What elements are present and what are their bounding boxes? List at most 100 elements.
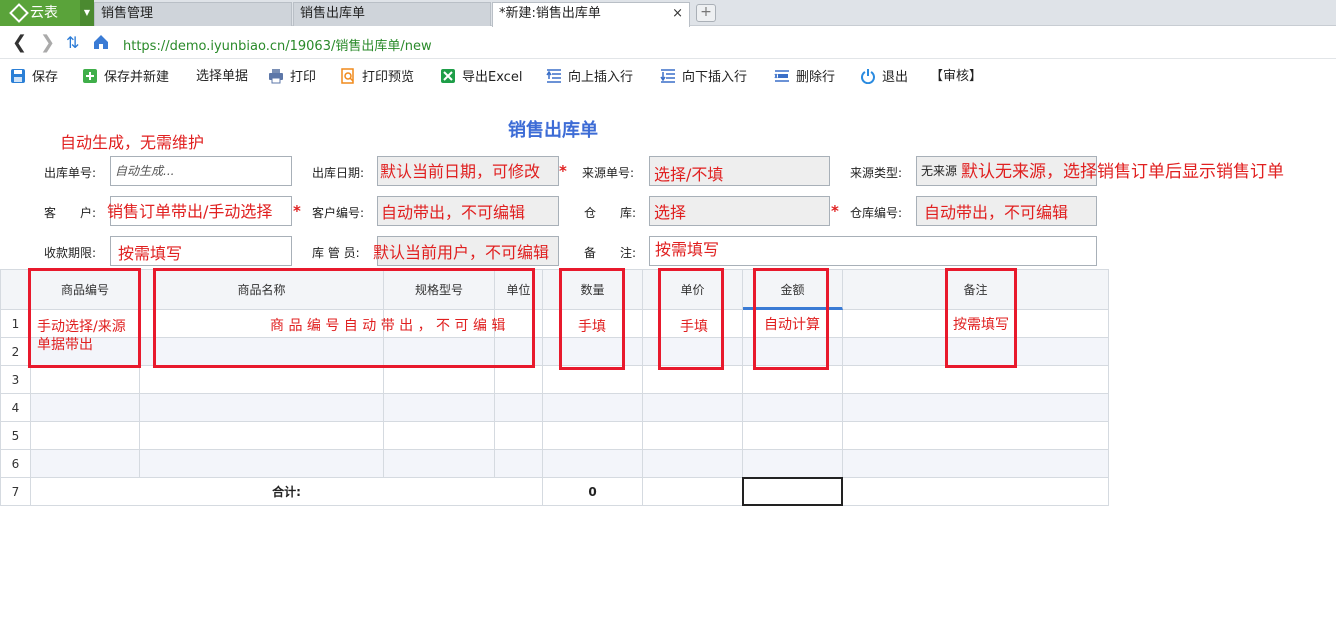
annotation-payment-term: 按需填写: [118, 244, 183, 263]
annotation-remark: 按需填写: [655, 240, 720, 259]
delete-row-button[interactable]: 删除行: [774, 68, 835, 88]
close-icon[interactable]: ×: [672, 3, 683, 25]
export-excel-button[interactable]: 导出Excel: [440, 68, 522, 88]
grid-cell[interactable]: [495, 366, 543, 394]
grid-cell[interactable]: [743, 422, 843, 450]
row-number: 4: [0, 394, 31, 422]
grid-cell[interactable]: [543, 422, 643, 450]
refresh-icon[interactable]: ⇅: [66, 33, 79, 53]
print-button[interactable]: 打印: [268, 68, 316, 88]
order-no-label: 出库单号:: [44, 166, 97, 180]
insert-up-label: 向上插入行: [568, 70, 634, 85]
total-label: 合计:: [31, 478, 543, 506]
grid-cell[interactable]: [140, 394, 384, 422]
annotation-warehouse: 选择: [654, 203, 687, 222]
grid-cell[interactable]: [543, 366, 643, 394]
grid-cell[interactable]: [140, 450, 384, 478]
annotation-auto-gen: 自动生成，无需维护: [60, 133, 205, 152]
logo-diamond-icon: [9, 3, 29, 23]
grid-cell[interactable]: [495, 422, 543, 450]
row-number: 7: [0, 478, 31, 506]
grid-cell[interactable]: [643, 450, 743, 478]
grid-cell[interactable]: [643, 394, 743, 422]
select-document-button[interactable]: 选择单据: [196, 68, 248, 88]
grid-cell[interactable]: [743, 394, 843, 422]
print-preview-label: 打印预览: [362, 70, 415, 85]
app-logo-tab[interactable]: 云表: [0, 0, 80, 26]
address-bar: ❮ ❯ ⇅ https://demo.iyunbiao.cn/19063/销售出…: [0, 27, 1336, 59]
annotation-source-no: 选择/不填: [654, 165, 724, 184]
out-date-label: 出库日期:: [312, 166, 365, 180]
grid-cell[interactable]: [140, 366, 384, 394]
order-no-placeholder: 自动生成...: [115, 164, 175, 178]
tab-new-sales-outbound[interactable]: *新建:销售出库单 ×: [492, 2, 690, 27]
order-no-field[interactable]: 自动生成...: [110, 156, 292, 186]
grid-cell[interactable]: [495, 394, 543, 422]
print-label: 打印: [290, 70, 317, 85]
grid-cell[interactable]: [543, 450, 643, 478]
grid-cell[interactable]: [384, 394, 495, 422]
tab-sales-outbound[interactable]: 销售出库单: [293, 2, 491, 26]
grid-cell[interactable]: [643, 422, 743, 450]
warehouse-label: 仓 库:: [584, 206, 637, 220]
grid-cell[interactable]: [543, 394, 643, 422]
url-input[interactable]: https://demo.iyunbiao.cn/19063/销售出库单/new: [123, 35, 432, 54]
save-icon: [11, 69, 25, 83]
exit-button[interactable]: 退出: [860, 68, 908, 88]
print-preview-button[interactable]: 打印预览: [340, 68, 414, 88]
logo-dropdown-icon[interactable]: ▼: [80, 0, 94, 26]
insert-row-above-button[interactable]: 向上插入行: [546, 68, 633, 88]
grid-cell[interactable]: [140, 422, 384, 450]
grid-cell[interactable]: [843, 366, 1109, 394]
grid-cell[interactable]: [843, 394, 1109, 422]
forward-icon[interactable]: ❯: [40, 33, 55, 53]
save-new-label: 保存并新建: [104, 70, 170, 85]
highlight-box-code: [28, 268, 141, 368]
save-and-new-button[interactable]: 保存并新建: [82, 68, 169, 88]
required-mark: *: [831, 202, 839, 220]
grid-cell[interactable]: [31, 422, 140, 450]
export-excel-label: 导出Excel: [462, 70, 523, 85]
audit-button[interactable]: 【审核】: [930, 68, 982, 88]
row-number: 2: [0, 338, 31, 366]
grid-cell[interactable]: [643, 366, 743, 394]
required-mark: *: [293, 202, 301, 220]
power-icon: [861, 69, 875, 84]
grid-cell[interactable]: [384, 450, 495, 478]
app-logo-label: 云表: [30, 5, 58, 21]
highlight-box-remark: [945, 268, 1017, 368]
source-no-label: 来源单号:: [582, 166, 635, 180]
remark-label: 备 注:: [584, 246, 637, 260]
grid-cell[interactable]: [31, 450, 140, 478]
grid-cell[interactable]: [743, 366, 843, 394]
annotation-source-type: 默认无来源，选择销售订单后显示销售订单: [961, 162, 1284, 182]
insert-up-icon: [546, 69, 561, 83]
grid-cell[interactable]: [843, 450, 1109, 478]
required-mark: *: [559, 162, 567, 180]
insert-row-below-button[interactable]: 向下插入行: [660, 68, 747, 88]
toolbar: 保存 保存并新建 选择单据 打印 打印预览 导出Excel 向上插入行 向下插入…: [0, 62, 1336, 92]
save-button[interactable]: 保存: [10, 68, 58, 88]
grid-cell[interactable]: [743, 450, 843, 478]
warehouse-code-label: 仓库编号:: [850, 206, 903, 220]
new-tab-button[interactable]: +: [696, 4, 716, 22]
grid-corner: [0, 269, 31, 310]
highlight-box-price: [658, 268, 724, 370]
grid-cell[interactable]: [384, 366, 495, 394]
grid-cell[interactable]: [384, 422, 495, 450]
tab-sales-management[interactable]: 销售管理: [94, 2, 292, 26]
printer-icon: [269, 69, 283, 84]
tab-bar: 云表 ▼ 销售管理 销售出库单 *新建:销售出库单 × +: [0, 0, 1336, 27]
total-amount-cell[interactable]: [742, 477, 843, 506]
grid-cell[interactable]: [843, 422, 1109, 450]
annotation-out-date: 默认当前日期，可修改: [380, 162, 541, 181]
insert-down-icon: [660, 69, 675, 83]
grid-cell[interactable]: [31, 394, 140, 422]
annotation-customer: 销售订单带出/手动选择: [107, 202, 273, 221]
audit-label: 【审核】: [930, 69, 983, 84]
home-icon[interactable]: [92, 33, 110, 56]
back-icon[interactable]: ❮: [12, 33, 27, 53]
grid-cell[interactable]: [495, 450, 543, 478]
grid-cell[interactable]: [31, 366, 140, 394]
payment-term-label: 收款期限:: [44, 246, 97, 260]
